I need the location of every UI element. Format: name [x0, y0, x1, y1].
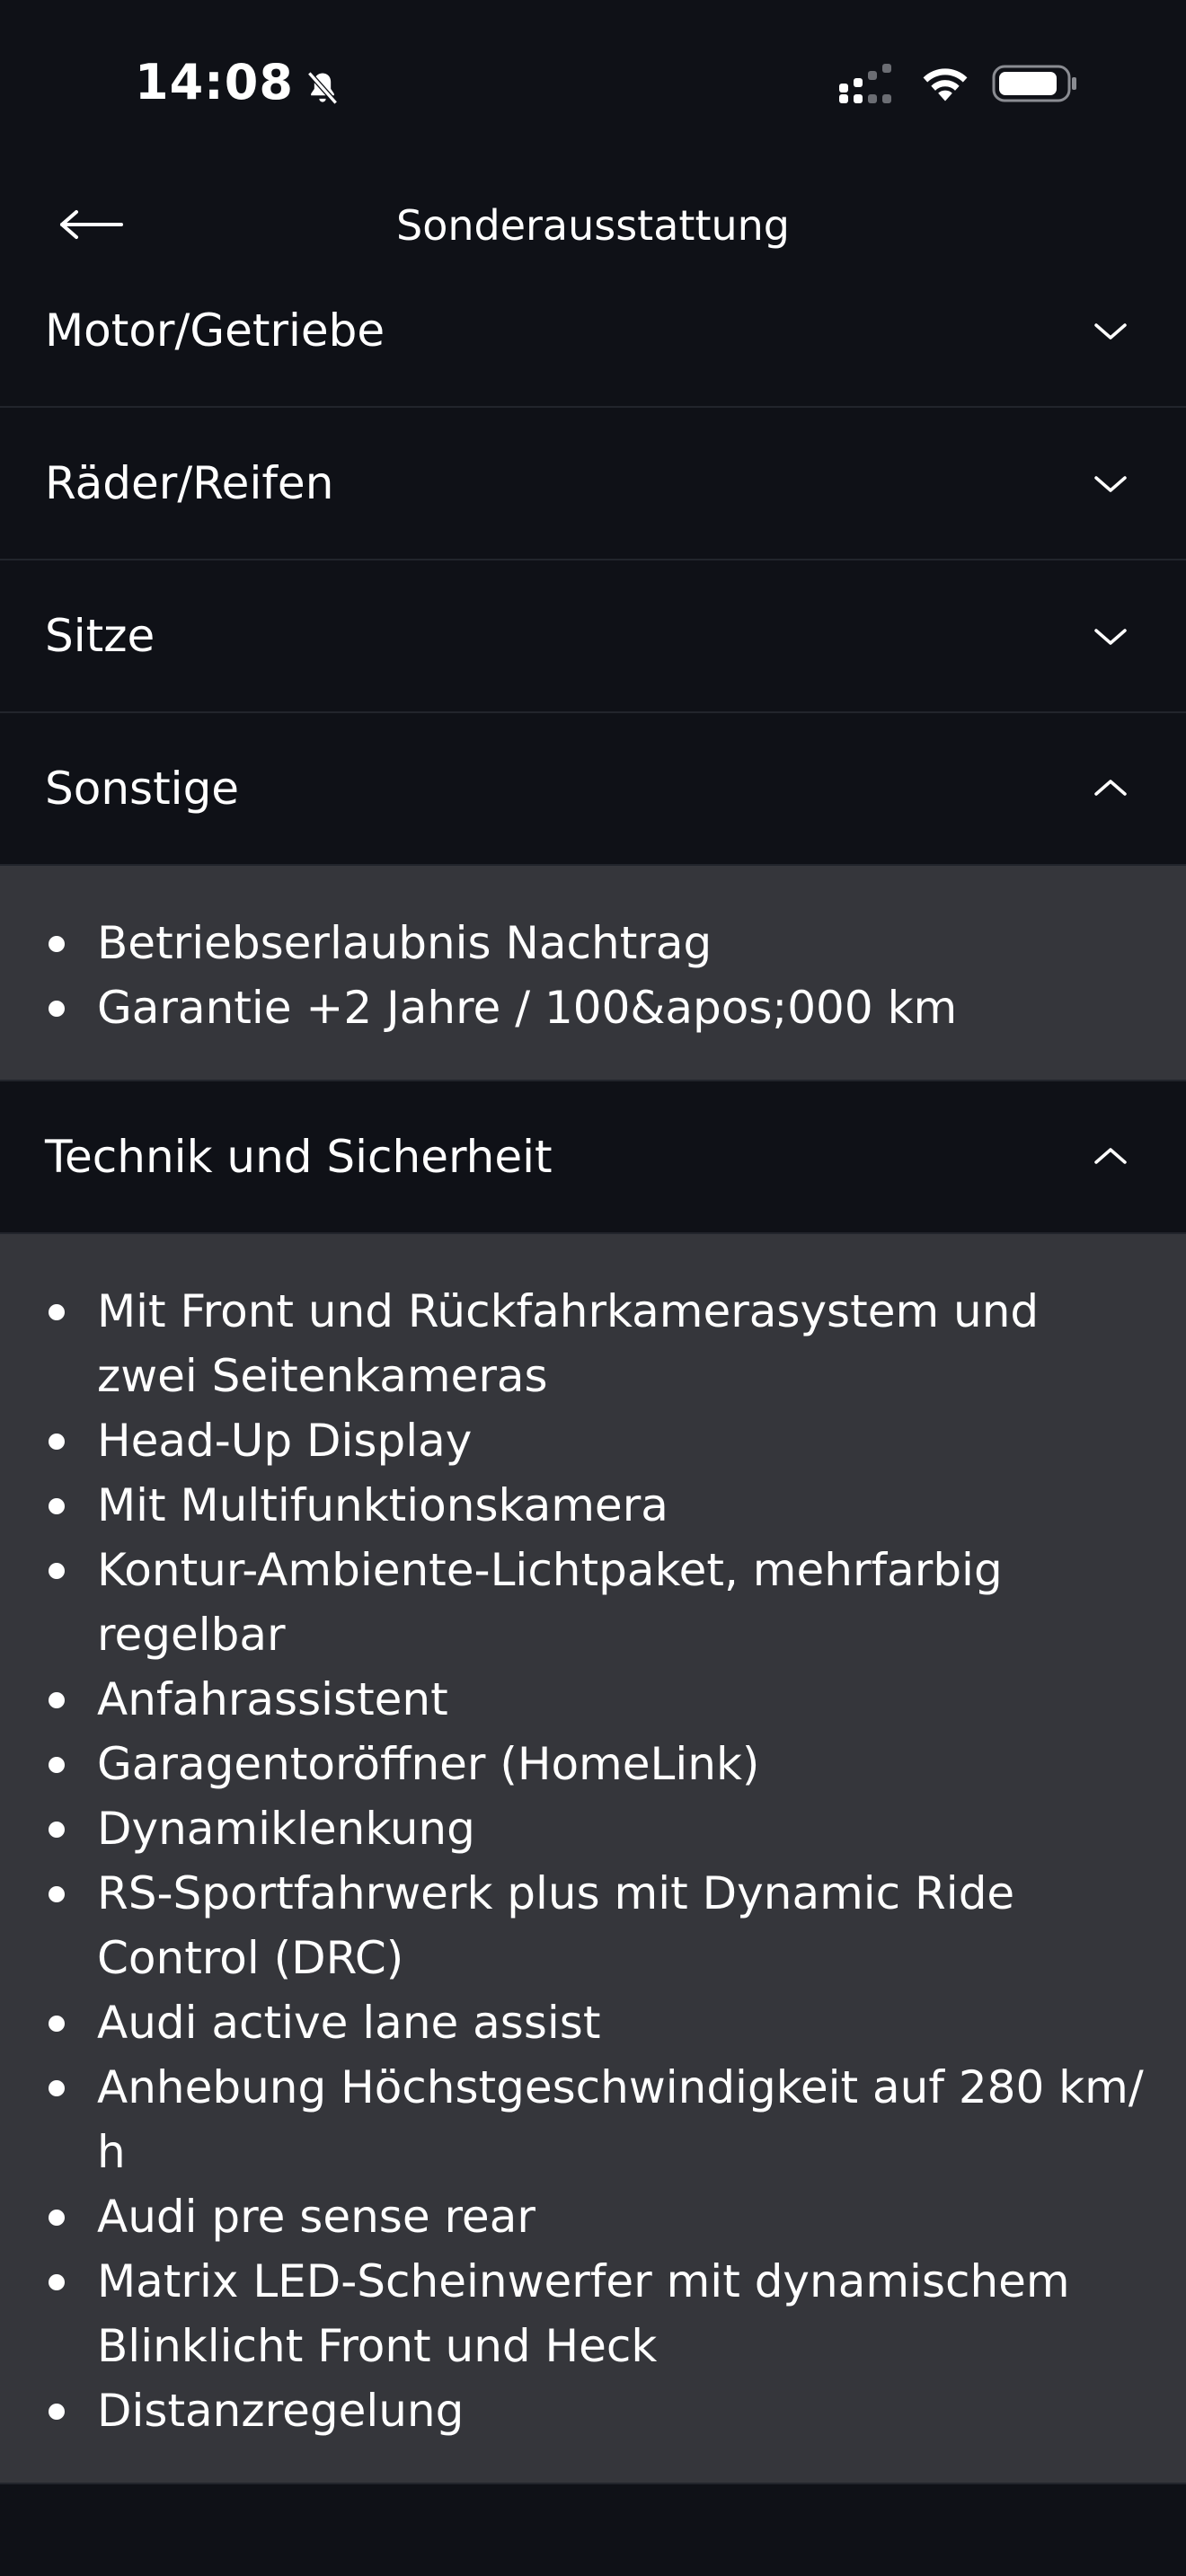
- section-label: Sonstige: [45, 763, 240, 815]
- status-time-container: 14:08: [135, 54, 342, 110]
- status-time: 14:08: [135, 54, 294, 110]
- list-item: Matrix LED-Scheinwerfer mit dynamischem …: [0, 2249, 1186, 2378]
- chevron-down-icon: [1094, 476, 1127, 492]
- battery-icon: [992, 63, 1078, 108]
- list-item: Distanzregelung: [0, 2378, 1186, 2443]
- section-sonstige-panel: Betriebserlaubnis Nachtrag Garantie +2 J…: [0, 866, 1186, 1081]
- list-item: Betriebserlaubnis Nachtrag: [0, 911, 1186, 975]
- chevron-down-icon: [1094, 323, 1127, 340]
- list-item: Dynamiklenkung: [0, 1796, 1186, 1861]
- section-label: Sitze: [45, 610, 155, 662]
- chevron-up-icon: [1094, 1148, 1127, 1164]
- list-item: Audi pre sense rear: [0, 2184, 1186, 2249]
- section-label: Technik und Sicherheit: [45, 1131, 553, 1183]
- status-bar: 14:08: [0, 0, 1186, 171]
- section-sitze[interactable]: Sitze: [0, 560, 1186, 713]
- list-item: Head-Up Display: [0, 1408, 1186, 1473]
- status-icons: [837, 63, 1078, 108]
- cellular-signal-icon: [837, 64, 898, 107]
- section-raeder-reifen[interactable]: Räder/Reifen: [0, 408, 1186, 560]
- list-item: Garagentoröffner (HomeLink): [0, 1732, 1186, 1796]
- section-motor-getriebe[interactable]: Motor/Getriebe: [0, 255, 1186, 408]
- list-item: Audi active lane assist: [0, 1990, 1186, 2055]
- section-label: Motor/Getriebe: [45, 304, 385, 357]
- wifi-icon: [918, 64, 972, 107]
- section-technik-sicherheit[interactable]: Technik und Sicherheit: [0, 1081, 1186, 1234]
- options-list: Mit Front und Rückfahrkamerasystem und z…: [0, 1279, 1186, 2443]
- chevron-up-icon: [1094, 780, 1127, 796]
- list-item: RS-Sportfahrwerk plus mit Dynamic Ride C…: [0, 1861, 1186, 1990]
- page-title: Sonderausstattung: [396, 201, 790, 250]
- list-item: Mit Multifunktionskamera: [0, 1473, 1186, 1538]
- options-accordion: Motor/Getriebe Räder/Reifen Sitze Sonsti…: [0, 255, 1186, 2484]
- options-list: Betriebserlaubnis Nachtrag Garantie +2 J…: [0, 911, 1186, 1040]
- section-sonstige[interactable]: Sonstige: [0, 713, 1186, 866]
- section-label: Räder/Reifen: [45, 457, 334, 509]
- list-item: Anfahrassistent: [0, 1667, 1186, 1732]
- section-technik-sicherheit-panel: Mit Front und Rückfahrkamerasystem und z…: [0, 1234, 1186, 2484]
- list-item: Kontur-Ambiente-Lichtpaket, mehrfarbig r…: [0, 1538, 1186, 1667]
- bell-slash-icon: [303, 63, 342, 104]
- list-item: Anhebung Höchstgeschwindigkeit auf 280 k…: [0, 2055, 1186, 2184]
- app-screen: 14:08 Sonderausstattung Motor/Getriebe R…: [0, 0, 1186, 2576]
- list-item: Mit Front und Rückfahrkamerasystem und z…: [0, 1279, 1186, 1408]
- list-item: Garantie +2 Jahre / 100&apos;000 km: [0, 975, 1186, 1040]
- chevron-down-icon: [1094, 629, 1127, 645]
